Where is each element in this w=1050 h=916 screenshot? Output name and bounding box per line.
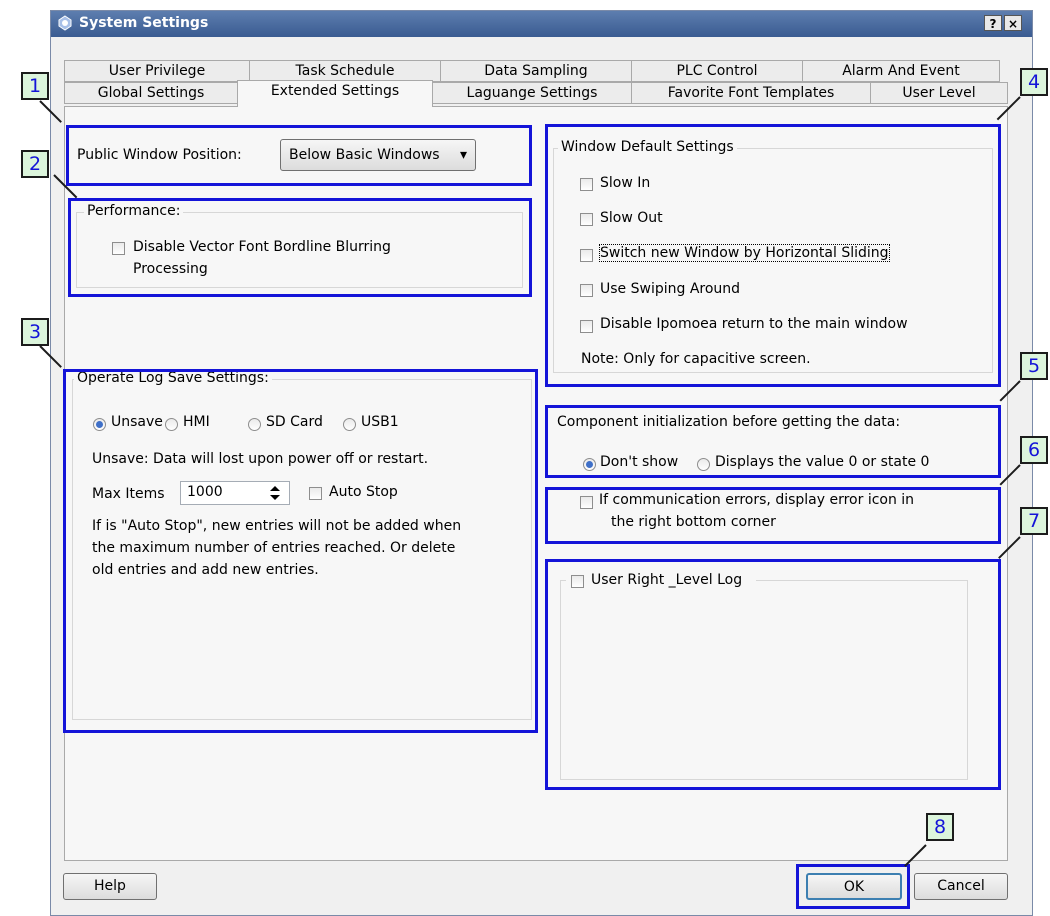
callout-badge-8: 8 xyxy=(926,813,954,841)
context-help-button[interactable]: ? xyxy=(984,15,1002,31)
callout-box-5 xyxy=(545,405,1001,478)
callout-badge-2: 2 xyxy=(21,150,49,178)
tab-global-settings[interactable]: Global Settings xyxy=(64,82,238,104)
callout-badge-3: 3 xyxy=(21,318,49,346)
callout-box-1 xyxy=(66,125,532,186)
tab-user-privilege[interactable]: User Privilege xyxy=(64,60,250,82)
tab-extended-settings[interactable]: Extended Settings xyxy=(237,80,433,106)
close-button[interactable]: × xyxy=(1004,15,1022,31)
callout-badge-1: 1 xyxy=(21,72,49,100)
window-title: System Settings xyxy=(79,15,209,31)
tab-data-sampling[interactable]: Data Sampling xyxy=(440,60,632,82)
callout-box-7 xyxy=(545,559,1001,790)
callout-badge-6: 6 xyxy=(1020,436,1048,464)
active-tab-joiner xyxy=(238,104,432,108)
callout-box-2 xyxy=(68,198,532,297)
tab-language-settings[interactable]: Laguange Settings xyxy=(432,82,632,104)
tab-plc-control[interactable]: PLC Control xyxy=(631,60,803,82)
help-button[interactable]: Help xyxy=(63,873,157,900)
app-icon xyxy=(58,15,72,31)
callout-badge-5: 5 xyxy=(1020,352,1048,380)
callout-box-4 xyxy=(545,124,1001,387)
tab-user-level[interactable]: User Level xyxy=(870,82,1008,104)
title-bar: System Settings ? × xyxy=(51,11,1032,37)
tab-alarm-and-event[interactable]: Alarm And Event xyxy=(802,60,1000,82)
tab-task-schedule[interactable]: Task Schedule xyxy=(249,60,441,82)
callout-box-6 xyxy=(545,487,1001,544)
tab-favorite-font-templates[interactable]: Favorite Font Templates xyxy=(631,82,871,104)
callout-box-8 xyxy=(796,864,910,909)
cancel-button[interactable]: Cancel xyxy=(914,873,1008,900)
callout-badge-4: 4 xyxy=(1020,68,1048,96)
callout-box-3 xyxy=(63,369,538,733)
callout-badge-7: 7 xyxy=(1020,507,1048,535)
